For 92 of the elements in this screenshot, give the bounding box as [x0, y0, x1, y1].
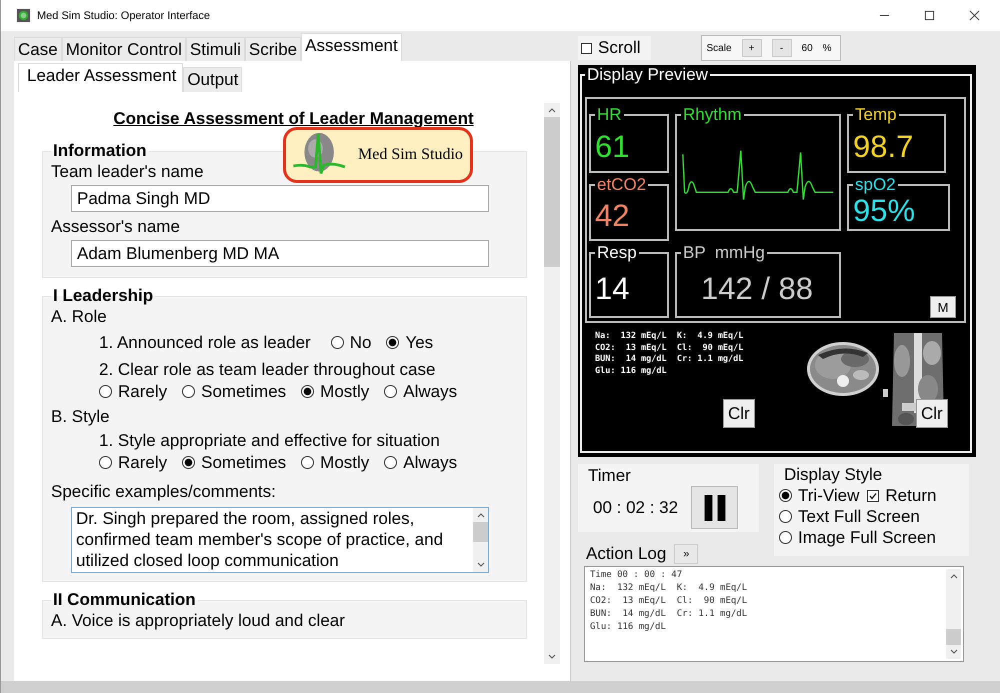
- scrollbar[interactable]: [473, 508, 488, 572]
- scale-value: 60: [802, 42, 813, 54]
- form-title: Concise Assessment of Leader Management: [112, 109, 475, 129]
- radio-button[interactable]: Rarely: [99, 452, 168, 473]
- vital-value: 142 / 88: [700, 272, 814, 306]
- field-label: Team leader's name: [51, 161, 205, 183]
- input-field[interactable]: Padma Singh MD: [71, 185, 489, 212]
- question-text: 1. Announced role as leader: [99, 332, 311, 352]
- vital-label: Temp: [854, 107, 898, 123]
- vital-value: 95%: [853, 194, 916, 228]
- radio-button[interactable]: Sometimes: [182, 452, 286, 473]
- scale-unit: %: [822, 42, 832, 54]
- radio-button[interactable]: Mostly: [301, 452, 370, 473]
- tab[interactable]: Scribe: [244, 37, 302, 61]
- section-heading: Information: [52, 141, 148, 161]
- radio-button[interactable]: Yes: [386, 332, 434, 353]
- close-icon[interactable]: [969, 10, 980, 21]
- chevron-up-icon[interactable]: [476, 512, 486, 518]
- vital-label: spO2: [854, 177, 897, 193]
- tab[interactable]: Assessment: [301, 33, 402, 61]
- radio-button[interactable]: Always: [384, 381, 458, 402]
- lab-result: Na: 132 mEq/L K: 4.9 mEq/L: [595, 331, 744, 342]
- lab-result: BUN: 14 mg/dL Cr: 1.1 mg/dL: [595, 354, 744, 366]
- lab-result: Glu: 116 mg/dL: [595, 366, 668, 377]
- chevron-up-icon[interactable]: [948, 573, 958, 579]
- tab[interactable]: Output: [183, 67, 242, 92]
- question-text: 1. Style appropriate and effective for situation: [98, 430, 441, 452]
- expand-button[interactable]: »: [674, 544, 698, 564]
- vital-value: 61: [595, 130, 630, 164]
- chevron-down-icon[interactable]: [948, 649, 958, 655]
- log-line: Time 00 : 00 : 47: [590, 569, 684, 582]
- field-label: Specific examples/comments:: [51, 481, 277, 503]
- maximize-icon[interactable]: [924, 10, 935, 21]
- chevron-up-icon[interactable]: [547, 107, 557, 113]
- radio-button[interactable]: Text Full Screen: [779, 506, 920, 527]
- vital-label: etCO2: [596, 177, 648, 193]
- tab[interactable]: Case: [14, 37, 62, 61]
- tab[interactable]: Leader Assessment: [18, 63, 184, 92]
- vital-value: 98.7: [853, 130, 914, 164]
- vital-value: 14: [595, 272, 630, 306]
- clear-button[interactable]: Clr: [723, 399, 755, 428]
- tab[interactable]: Stimuli: [186, 37, 245, 61]
- scrollbar-thumb[interactable]: [544, 117, 560, 267]
- log-line: CO2: 13 mEq/L Cl: 90 mEq/L: [590, 595, 748, 608]
- scrollbar-thumb[interactable]: [946, 629, 961, 645]
- radio-button[interactable]: Mostly: [301, 381, 370, 402]
- timer-display: 00 : 02 : 32: [592, 498, 678, 518]
- vital-label: Rhythm: [682, 107, 743, 123]
- timer-title: Timer: [588, 466, 632, 486]
- pause-button[interactable]: [691, 486, 738, 529]
- tab[interactable]: Monitor Control: [62, 37, 186, 61]
- vital-label: BP mmHg: [682, 245, 766, 261]
- zoom-out-button[interactable]: -: [772, 39, 792, 57]
- radio-button[interactable]: Always: [384, 452, 458, 473]
- radio-button[interactable]: Tri-View: [779, 485, 860, 506]
- app-icon: [16, 8, 31, 23]
- radio-button[interactable]: No: [330, 332, 372, 353]
- window-title: Med Sim Studio: Operator Interface: [37, 10, 210, 22]
- m-button[interactable]: M: [930, 296, 956, 318]
- zoom-in-button[interactable]: +: [742, 39, 762, 57]
- group-heading: B. Style: [51, 406, 111, 428]
- input-field[interactable]: Adam Blumenberg MD MA: [71, 240, 489, 267]
- vital-label: Resp: [596, 245, 638, 261]
- scroll-checkbox[interactable]: Scroll: [578, 36, 651, 60]
- return-checkbox[interactable]: Return: [867, 485, 936, 506]
- comments-field[interactable]: Dr. Singh prepared the room, assigned roles, confirmed team member's scope of practice, and utilized closed loop communication: [71, 507, 489, 573]
- group-heading: A. Voice is appropriately loud and clear: [51, 610, 346, 632]
- scrollbar-thumb[interactable]: [473, 522, 488, 542]
- panel-title: Display Style: [783, 465, 884, 485]
- log-line: BUN: 14 mg/dL Cr: 1.1 mg/dL: [590, 608, 748, 621]
- radio-button[interactable]: Rarely: [99, 381, 168, 402]
- radio-button[interactable]: Sometimes: [182, 381, 286, 402]
- scale-label: Scale: [706, 42, 732, 54]
- log-title: Action Log: [586, 544, 666, 564]
- log-line: Glu: 116 mg/dL: [590, 621, 667, 634]
- lab-result: CO2: 13 mEq/L Cl: 90 mEq/L: [595, 342, 744, 354]
- scrollbar[interactable]: [946, 569, 961, 659]
- question-text: 2. Clear role as team leader throughout case: [98, 359, 436, 381]
- checkmark-icon: [868, 490, 878, 500]
- chevron-down-icon[interactable]: [547, 654, 557, 660]
- radio-button[interactable]: Image Full Screen: [779, 527, 936, 548]
- group-heading: A. Role: [51, 306, 108, 328]
- section-heading: I Leadership: [52, 286, 154, 306]
- log-line: Na: 132 mEq/L K: 4.9 mEq/L: [590, 582, 748, 595]
- field-label: Assessor's name: [51, 216, 181, 238]
- scrollbar[interactable]: [544, 103, 560, 664]
- section-heading: II Communication: [52, 590, 197, 610]
- panel-title: Display Preview: [586, 65, 709, 85]
- chevron-down-icon[interactable]: [476, 562, 486, 568]
- vital-label: HR: [596, 107, 623, 123]
- vital-value: 42: [595, 199, 630, 233]
- logo-text: Med Sim Studio: [358, 146, 463, 164]
